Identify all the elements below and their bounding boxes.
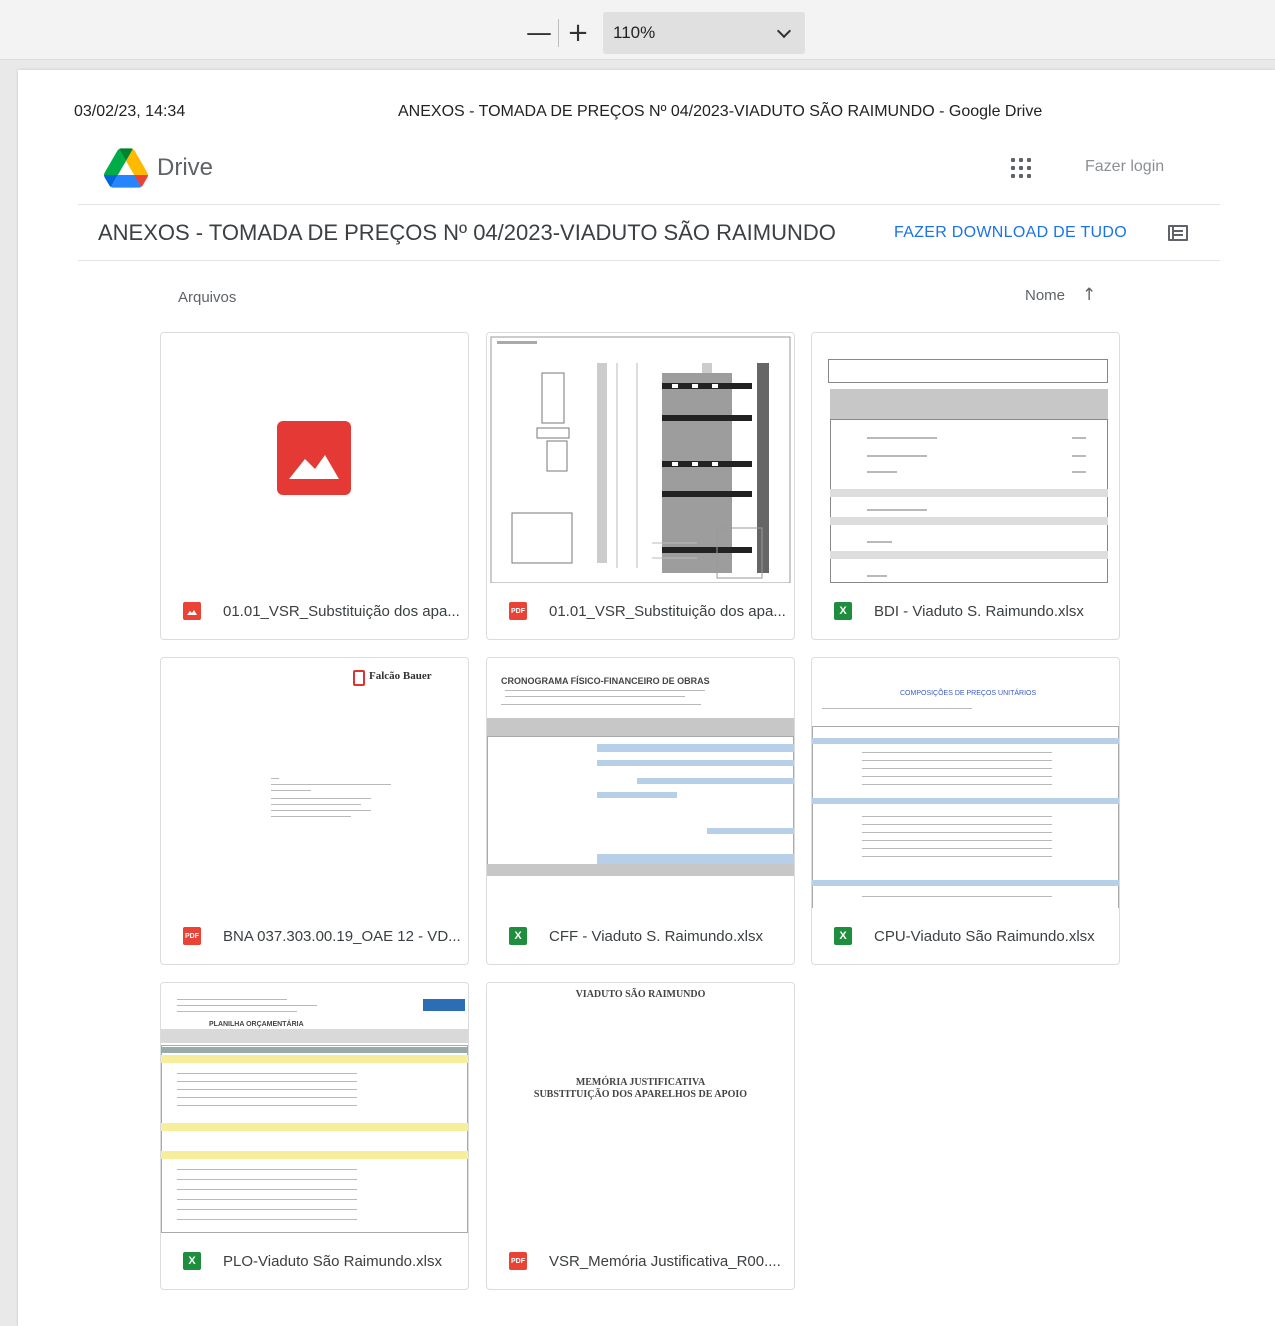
file-name: PLO-Viaduto São Raimundo.xlsx — [223, 1252, 443, 1270]
file-card-footer: PDF VSR_Memória Justificativa_R00.... — [487, 1233, 794, 1289]
pdf-type-icon: PDF — [509, 602, 527, 620]
pdf-type-icon: PDF — [509, 1252, 527, 1270]
file-card-footer: X CFF - Viaduto S. Raimundo.xlsx — [487, 908, 794, 964]
file-name: 01.01_VSR_Substituição dos apa... — [223, 602, 460, 620]
file-card-footer: X PLO-Viaduto São Raimundo.xlsx — [161, 1233, 468, 1289]
falcao-bauer-logo-icon — [353, 670, 365, 686]
printed-page: 03/02/23, 14:34 ANEXOS - TOMADA DE PREÇO… — [18, 70, 1275, 1326]
sort-by-name-button[interactable]: Nome — [1025, 287, 1065, 304]
file-name: BNA 037.303.00.19_OAE 12 - VD... — [223, 927, 461, 945]
folder-title: ANEXOS - TOMADA DE PREÇOS Nº 04/2023-VIA… — [98, 220, 836, 245]
file-thumbnail[interactable]: PLANILHA ORÇAMENTÁRIA — [161, 983, 468, 1233]
file-card-footer: PDF 01.01_VSR_Substituição dos apa... — [487, 583, 794, 639]
sheet-title-band — [830, 389, 1108, 419]
zoom-out-button[interactable]: — — [520, 12, 558, 54]
composicoes-title: COMPOSIÇÕES DE PREÇOS UNITÁRIOS — [900, 690, 1037, 697]
cronograma-title: CRONOGRAMA FÍSICO-FINANCEIRO DE OBRAS — [501, 676, 710, 686]
planilha-title: PLANILHA ORÇAMENTÁRIA — [209, 1021, 304, 1028]
drawing-preview — [490, 336, 791, 583]
file-card[interactable]: 01.01_VSR_Substituição dos apa... — [160, 332, 469, 640]
file-name: CPU-Viaduto São Raimundo.xlsx — [874, 927, 1095, 945]
file-card[interactable]: X BDI - Viaduto S. Raimundo.xlsx — [811, 332, 1120, 640]
file-thumbnail[interactable]: VIADUTO SÃO RAIMUNDO MEMÓRIA JUSTIFICATI… — [487, 983, 794, 1233]
file-thumbnail[interactable] — [812, 333, 1119, 583]
file-name: CFF - Viaduto S. Raimundo.xlsx — [549, 927, 763, 945]
app-name[interactable]: Drive — [157, 154, 213, 182]
print-date: 03/02/23, 14:34 — [74, 103, 186, 120]
zoom-in-button[interactable]: + — [559, 12, 597, 54]
sheet-header-box — [828, 359, 1108, 383]
files-section-label: Arquivos — [178, 289, 237, 306]
file-name: VSR_Memória Justificativa_R00.... — [549, 1252, 781, 1270]
memoria-title-line-1: MEMÓRIA JUSTIFICATIVA — [575, 1077, 706, 1088]
zoom-controls: — + 110% — [520, 12, 805, 54]
divider — [78, 204, 1220, 205]
viewer-toolbar: — + 110% — [0, 0, 1275, 60]
file-thumbnail[interactable] — [487, 333, 794, 583]
file-thumbnail[interactable] — [161, 333, 468, 583]
spreadsheet-type-icon: X — [509, 927, 527, 945]
spreadsheet-type-icon: X — [834, 602, 852, 620]
memoria-title-line-2: SUBSTITUIÇÃO DOS APARELHOS DE APOIO — [533, 1089, 748, 1100]
file-card-footer: X BDI - Viaduto S. Raimundo.xlsx — [812, 583, 1119, 639]
spreadsheet-type-icon: X — [834, 927, 852, 945]
google-drive-logo-icon[interactable] — [104, 148, 148, 188]
zoom-level-value: 110% — [613, 23, 656, 42]
file-card[interactable]: PLANILHA ORÇAMENTÁRIA X PLO-Viaduto São … — [160, 982, 469, 1290]
memoria-header-text: VIADUTO SÃO RAIMUNDO — [575, 989, 706, 1000]
file-name: BDI - Viaduto S. Raimundo.xlsx — [874, 602, 1084, 620]
file-card[interactable]: PDF 01.01_VSR_Substituição dos apa... — [486, 332, 795, 640]
falcao-bauer-text: Falcão Bauer — [369, 670, 432, 682]
file-card[interactable]: CRONOGRAMA FÍSICO-FINANCEIRO DE OBRAS X … — [486, 657, 795, 965]
login-link[interactable]: Fazer login — [1085, 158, 1164, 176]
image-type-icon — [183, 602, 201, 620]
company-logo-icon — [423, 999, 465, 1011]
file-card-footer: 01.01_VSR_Substituição dos apa... — [161, 583, 468, 639]
file-thumbnail[interactable]: Falcão Bauer — [161, 658, 468, 908]
sort-ascending-icon[interactable]: ↑ — [1082, 285, 1096, 305]
image-file-icon — [277, 421, 351, 495]
file-card[interactable]: COMPOSIÇÕES DE PREÇOS UNITÁRIOS X CPU-Vi… — [811, 657, 1120, 965]
chevron-down-icon — [776, 23, 792, 38]
file-name: 01.01_VSR_Substituição dos apa... — [549, 602, 786, 620]
file-card[interactable]: Falcão Bauer PDF BNA 037.303.00.19_OAE 1… — [160, 657, 469, 965]
pdf-type-icon: PDF — [183, 927, 201, 945]
file-card-footer: PDF BNA 037.303.00.19_OAE 12 - VD... — [161, 908, 468, 964]
spreadsheet-type-icon: X — [183, 1252, 201, 1270]
divider — [78, 260, 1220, 261]
print-title: ANEXOS - TOMADA DE PREÇOS Nº 04/2023-VIA… — [398, 103, 1043, 120]
download-all-button[interactable]: FAZER DOWNLOAD DE TUDO — [894, 224, 1127, 242]
apps-grid-icon[interactable] — [1011, 158, 1031, 178]
list-view-icon[interactable] — [1168, 225, 1188, 241]
file-thumbnail[interactable]: CRONOGRAMA FÍSICO-FINANCEIRO DE OBRAS — [487, 658, 794, 908]
file-thumbnail[interactable]: COMPOSIÇÕES DE PREÇOS UNITÁRIOS — [812, 658, 1119, 908]
zoom-level-select[interactable]: 110% — [603, 12, 805, 54]
file-card[interactable]: VIADUTO SÃO RAIMUNDO MEMÓRIA JUSTIFICATI… — [486, 982, 795, 1290]
file-card-footer: X CPU-Viaduto São Raimundo.xlsx — [812, 908, 1119, 964]
